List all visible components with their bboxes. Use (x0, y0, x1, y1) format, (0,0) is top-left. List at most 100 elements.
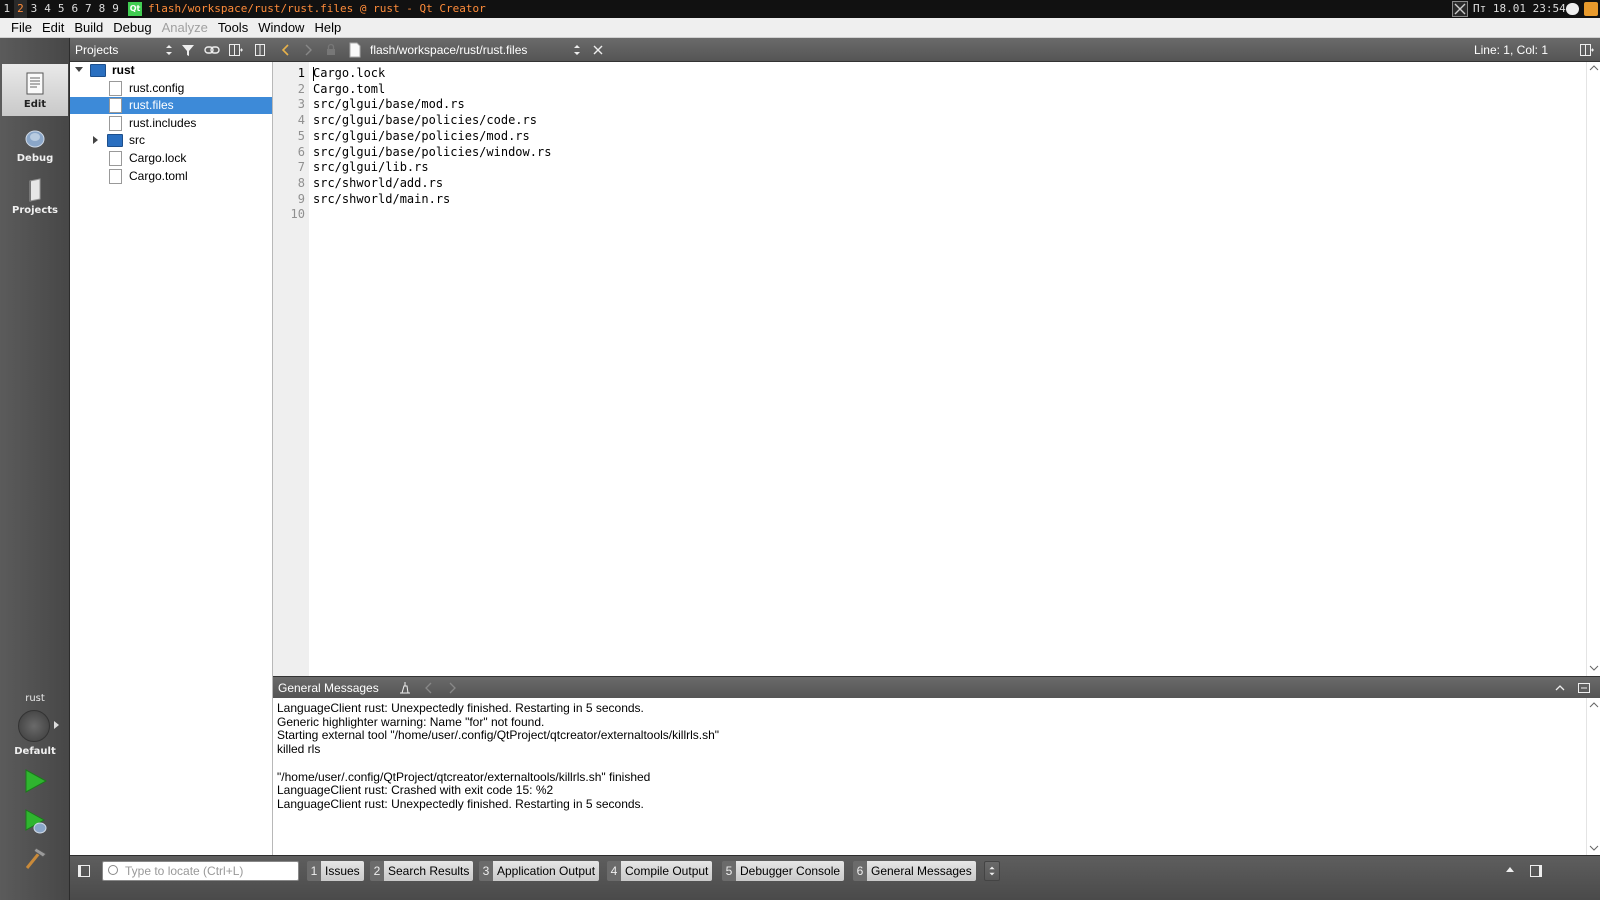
toggle-right-sidebar-icon[interactable] (1530, 865, 1542, 877)
more-panes-selector-icon[interactable] (984, 861, 1000, 881)
collapse-arrow-icon[interactable] (75, 67, 83, 72)
locator-input[interactable] (125, 863, 295, 879)
mode-debug[interactable]: Debug (2, 118, 68, 170)
pane-tab-debugger-console[interactable]: 5 Debugger Console (722, 861, 845, 881)
pane-tab-application-output[interactable]: 3 Application Output (479, 861, 600, 881)
close-window-icon[interactable] (1452, 0, 1468, 18)
updown-selector-icon[interactable] (161, 42, 177, 58)
workspace-8[interactable]: 8 (95, 0, 109, 18)
go-back-icon[interactable] (278, 42, 294, 58)
clock: Пт 18.01 23:54 (1473, 2, 1566, 15)
split-pane-icon[interactable] (228, 42, 244, 58)
menu-file[interactable]: File (6, 18, 37, 37)
go-forward-icon[interactable] (300, 42, 316, 58)
output-vertical-scrollbar[interactable] (1586, 698, 1600, 855)
debug-run-button[interactable] (18, 806, 52, 836)
workspace-2[interactable]: 2 (13, 0, 28, 18)
menu-window[interactable]: Window (253, 18, 309, 37)
build-hammer-button[interactable] (18, 842, 52, 872)
close-pane-icon[interactable] (1576, 680, 1592, 696)
scroll-down-arrow-icon[interactable] (1589, 664, 1599, 672)
general-messages-output[interactable]: LanguageClient rust: Unexpectedly finish… (273, 698, 1600, 855)
tree-item-cargo-toml[interactable]: Cargo.toml (70, 168, 272, 185)
cursor-position[interactable]: Line: 1, Col: 1 (1474, 38, 1548, 62)
line-number: 8 (297, 175, 305, 190)
run-button[interactable] (18, 766, 52, 796)
filter-icon[interactable] (180, 42, 196, 58)
open-document-path[interactable]: flash/workspace/rust/rust.files (370, 38, 527, 62)
lock-icon[interactable] (323, 42, 339, 58)
pane-tab-compile-output[interactable]: 4 Compile Output (607, 861, 713, 881)
pane-tab-label: Compile Output (621, 861, 713, 881)
split-editor-icon[interactable] (1579, 42, 1595, 58)
show-output-arrow-icon[interactable] (1506, 867, 1514, 872)
menu-analyze[interactable]: Analyze (157, 18, 213, 37)
pane-tab-number: 6 (853, 861, 867, 881)
menu-build[interactable]: Build (69, 18, 108, 37)
folder-icon (107, 134, 123, 148)
tree-item-cargo-lock[interactable]: Cargo.lock (70, 150, 272, 167)
updown-selector-icon[interactable] (569, 42, 585, 58)
notification-tray-icon[interactable] (1584, 2, 1598, 16)
tree-item-rust-includes[interactable]: rust.includes (70, 115, 272, 132)
locator-box[interactable] (102, 861, 299, 881)
workspace-1[interactable]: 1 (0, 0, 14, 18)
scroll-down-arrow-icon[interactable] (1589, 844, 1599, 852)
pane-tab-general-messages[interactable]: 6 General Messages (853, 861, 976, 881)
line-number: 4 (297, 113, 305, 128)
workspace-5[interactable]: 5 (54, 0, 68, 18)
previous-item-icon[interactable] (421, 680, 437, 696)
menu-edit[interactable]: Edit (37, 18, 69, 37)
tree-item-rust[interactable]: rust (70, 62, 272, 79)
line-number: 10 (290, 207, 305, 222)
code-line: src/glgui/base/policies/code.rs (313, 113, 537, 128)
workspace-6[interactable]: 6 (68, 0, 82, 18)
pane-tab-number: 1 (307, 861, 321, 881)
mode-projects-label: Projects (11, 205, 58, 216)
line-number: 1 (297, 66, 305, 80)
workspace-3[interactable]: 3 (27, 0, 41, 18)
link-with-editor-icon[interactable] (204, 42, 220, 58)
kit-selector-icon[interactable] (18, 710, 50, 742)
clear-output-icon[interactable] (397, 680, 413, 696)
workspace-9[interactable]: 9 (109, 0, 123, 18)
line-number-gutter: 1 2 3 4 5 6 7 8 9 10 (273, 62, 309, 676)
close-sidebar-icon[interactable] (252, 42, 268, 58)
menu-bar: File Edit Build Debug Analyze Tools Wind… (0, 18, 1600, 38)
close-document-icon[interactable] (590, 42, 606, 58)
tree-item-label: rust.includes (129, 115, 197, 130)
scroll-up-arrow-icon[interactable] (1589, 64, 1599, 72)
pane-tab-issues[interactable]: 1 Issues (307, 861, 364, 881)
line-number: 9 (297, 191, 305, 206)
expand-arrow-icon[interactable] (93, 136, 98, 145)
scroll-up-arrow-icon[interactable] (1589, 701, 1599, 709)
menu-help[interactable]: Help (309, 18, 346, 37)
next-item-icon[interactable] (444, 680, 460, 696)
chat-tray-icon[interactable] (1566, 3, 1579, 15)
pane-tab-search-results[interactable]: 2 Search Results (370, 861, 474, 881)
workspace-4[interactable]: 4 (41, 0, 55, 18)
menu-debug[interactable]: Debug (108, 18, 156, 37)
mode-projects[interactable]: Projects (2, 170, 68, 222)
menu-tools[interactable]: Tools (213, 18, 253, 37)
output-line: "/home/user/.config/QtProject/qtcreator/… (277, 769, 651, 784)
kit-expand-arrow-icon[interactable] (54, 721, 59, 729)
window-title: flash/workspace/rust/rust.files @ rust -… (148, 2, 486, 15)
tree-item-label: Cargo.lock (129, 151, 187, 165)
toggle-left-sidebar-icon[interactable] (78, 865, 90, 877)
pane-tab-label: General Messages (867, 861, 976, 881)
tree-item-label: Cargo.toml (129, 168, 188, 183)
mode-edit[interactable]: Edit (2, 64, 68, 116)
tree-item-label: rust (112, 63, 135, 77)
tree-item-rust-config[interactable]: rust.config (70, 80, 272, 97)
code-line: src/glgui/base/policies/window.rs (313, 144, 552, 159)
tree-item-src[interactable]: src (70, 132, 272, 149)
file-icon (109, 80, 122, 96)
tree-item-rust-files[interactable]: rust.files (70, 97, 272, 115)
editor-vertical-scrollbar[interactable] (1586, 62, 1600, 676)
projects-view-selector[interactable]: Projects (75, 38, 118, 62)
text-editor[interactable]: 1 2 3 4 5 6 7 8 9 10 Cargo.lock Cargo.to… (273, 62, 1600, 676)
maximize-pane-icon[interactable] (1552, 680, 1568, 696)
qt-app-icon: Qt (128, 2, 142, 16)
workspace-7[interactable]: 7 (82, 0, 96, 18)
